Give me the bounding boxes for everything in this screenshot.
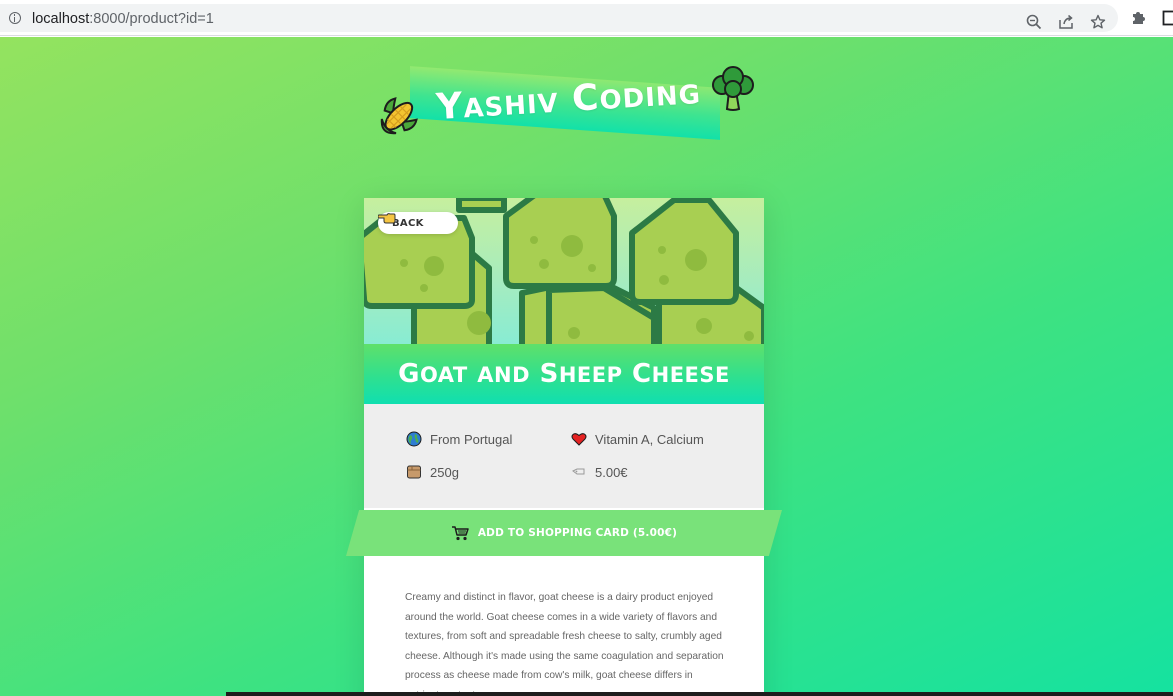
fact-weight: 250g bbox=[406, 464, 459, 480]
back-button-label: BACK bbox=[392, 217, 424, 229]
back-button[interactable]: BACK bbox=[378, 212, 458, 234]
fact-price: 5.00€ bbox=[571, 464, 628, 480]
product-title-band: GOAT AND SHEEP CHEESE bbox=[364, 344, 764, 404]
extensions-puzzle-icon[interactable] bbox=[1130, 10, 1146, 26]
add-to-cart-label: ADD TO SHOPPING CARD (5.00€) bbox=[477, 527, 678, 539]
logo-letter: C bbox=[570, 77, 601, 120]
browser-address-bar: localhost:8000/product?id=1 bbox=[0, 0, 1173, 36]
fact-origin: From Portugal bbox=[406, 431, 512, 447]
logo-word: ASHIV bbox=[462, 88, 560, 125]
share-icon[interactable] bbox=[1058, 14, 1074, 30]
broccoli-icon bbox=[712, 66, 754, 111]
zoom-icon[interactable] bbox=[1026, 14, 1042, 30]
omnibox[interactable]: localhost:8000/product?id=1 bbox=[0, 4, 1118, 32]
add-to-cart-button[interactable]: ADD TO SHOPPING CARD (5.00€) bbox=[346, 510, 782, 556]
title-letter: G bbox=[398, 359, 420, 389]
title-letter: S bbox=[539, 359, 559, 389]
title-word: OAT bbox=[419, 363, 468, 387]
title-word: AND bbox=[477, 363, 531, 387]
pointing-hand-icon bbox=[378, 213, 396, 224]
price-text: 5.00€ bbox=[595, 464, 628, 480]
product-description: Creamy and distinct in flavor, goat chee… bbox=[405, 592, 724, 696]
product-card: BACK GOAT AND SHEEP CHEESE From Portugal… bbox=[364, 198, 764, 696]
title-letter: C bbox=[632, 359, 652, 389]
package-icon bbox=[407, 465, 421, 479]
price-tag-icon bbox=[572, 468, 585, 475]
logo-letter: Y bbox=[434, 85, 465, 129]
title-word: HEEP bbox=[558, 363, 623, 387]
globe-icon bbox=[406, 431, 422, 447]
product-facts: From Portugal Vitamin A, Calcium 250g 5.… bbox=[364, 404, 764, 508]
page-content: YASHIV CODING BACK GOAT AND SHEEP CHEESE… bbox=[0, 37, 1173, 696]
fact-nutrients: Vitamin A, Calcium bbox=[571, 431, 704, 447]
corn-icon bbox=[380, 97, 418, 135]
weight-text: 250g bbox=[430, 464, 459, 480]
product-title: GOAT AND SHEEP CHEESE bbox=[398, 359, 730, 389]
shopping-cart-icon bbox=[451, 526, 469, 541]
url-text[interactable]: localhost:8000/product?id=1 bbox=[32, 11, 214, 27]
logo-word: ODING bbox=[598, 79, 702, 117]
nutrients-text: Vitamin A, Calcium bbox=[595, 431, 704, 447]
url-host: localhost bbox=[32, 11, 90, 27]
site-info-icon[interactable] bbox=[9, 12, 21, 24]
taskbar-edge bbox=[226, 692, 1173, 696]
heart-icon bbox=[571, 433, 587, 446]
product-image: BACK bbox=[364, 198, 764, 344]
side-panel-icon[interactable] bbox=[1162, 10, 1173, 26]
bookmark-star-icon[interactable] bbox=[1090, 14, 1106, 30]
origin-text: From Portugal bbox=[430, 431, 513, 447]
url-path: :8000/product?id=1 bbox=[89, 11, 214, 27]
title-word: HEESE bbox=[651, 363, 730, 387]
